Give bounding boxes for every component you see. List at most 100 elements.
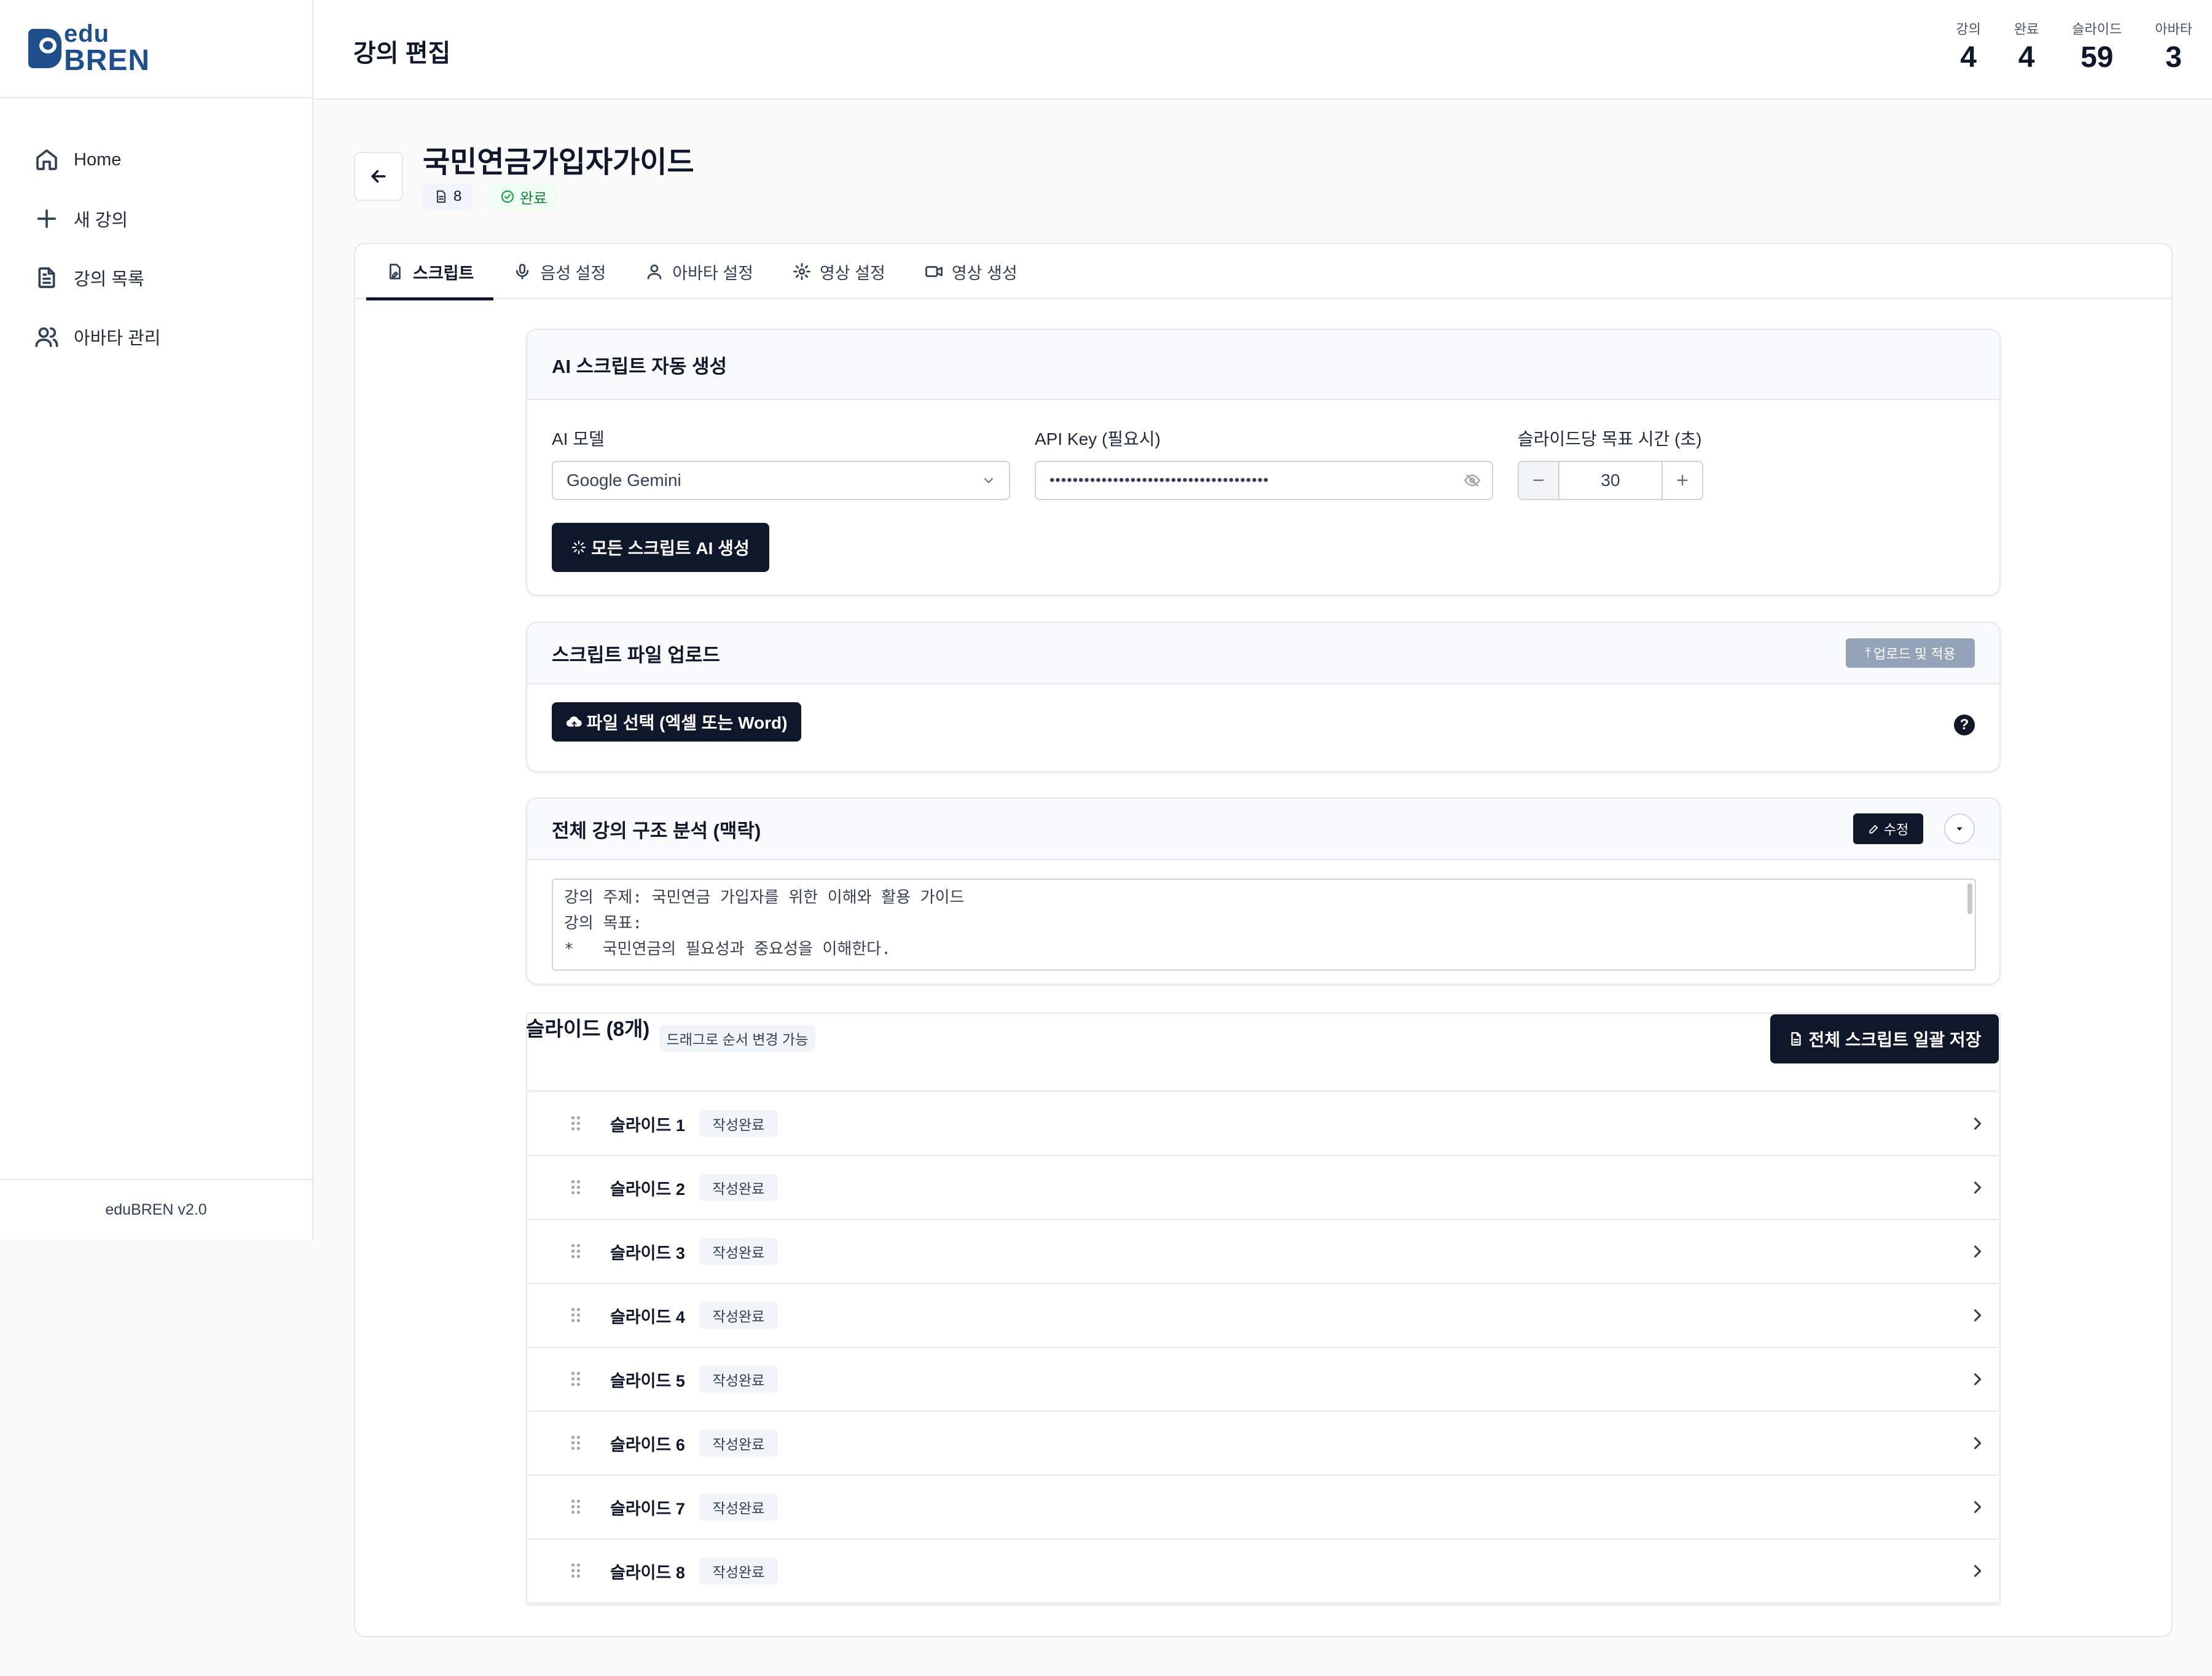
- chevron-right-icon[interactable]: [1969, 1435, 1986, 1452]
- sidebar-nav: Home 새 강의 강의 목록 아바타 관리: [0, 98, 312, 366]
- drag-handle-icon[interactable]: [571, 1436, 581, 1451]
- slide-row-2[interactable]: 슬라이드 2 작성완료: [528, 1156, 1998, 1220]
- plus-icon: [37, 209, 57, 229]
- drag-handle-icon[interactable]: [571, 1180, 581, 1195]
- slide-row-5[interactable]: 슬라이드 5 작성완료: [528, 1348, 1998, 1412]
- sidebar-item-label: 아바타 관리: [74, 329, 161, 348]
- arrow-left-icon: [371, 170, 386, 183]
- slide-status-badge: 작성완료: [699, 1494, 778, 1521]
- sidebar: edu BREN Home 새 강의 강의 목록 아바타 관리 eduBREN …: [0, 0, 313, 1239]
- drag-handle-icon[interactable]: [571, 1564, 581, 1578]
- chevron-right-icon[interactable]: [1969, 1307, 1986, 1324]
- logo-bottom: BREN: [64, 44, 151, 77]
- slide-status-badge: 작성완료: [699, 1302, 778, 1329]
- tab-video-settings[interactable]: 영상 설정: [773, 244, 905, 299]
- drag-handle-icon[interactable]: [571, 1308, 581, 1323]
- save-all-scripts-button[interactable]: 전체 스크립트 일괄 저장: [1770, 1014, 1999, 1063]
- sidebar-item-label: 강의 목록: [74, 270, 144, 289]
- stat-courses: 강의 4: [1956, 18, 1980, 74]
- model-label: AI 모델: [552, 429, 605, 448]
- button-label: 파일 선택 (엑셀 또는 Word): [586, 713, 788, 732]
- panel-header: 전체 강의 구조 분석 (맥락) 수정: [527, 799, 1999, 860]
- status-text: 완료: [520, 190, 547, 207]
- slide-row-1[interactable]: 슬라이드 1 작성완료: [528, 1092, 1998, 1156]
- mic-icon: [516, 264, 529, 280]
- tab-label: 영상 설정: [819, 264, 885, 283]
- decrement-button[interactable]: −: [1519, 462, 1558, 499]
- drag-handle-icon[interactable]: [571, 1116, 581, 1131]
- slide-row-3[interactable]: 슬라이드 3 작성완료: [528, 1220, 1998, 1284]
- upload-apply-button[interactable]: ⤒ 업로드 및 적용: [1846, 638, 1975, 668]
- slide-status-badge: 작성완료: [699, 1430, 778, 1457]
- sidebar-item-avatar[interactable]: 아바타 관리: [0, 307, 312, 366]
- tab-label: 스크립트: [413, 264, 474, 283]
- drag-handle-icon[interactable]: [571, 1372, 581, 1387]
- chevron-right-icon[interactable]: [1969, 1179, 1986, 1196]
- generate-all-button[interactable]: 모든 스크립트 AI 생성: [552, 523, 769, 572]
- target-time-stepper[interactable]: − 30 +: [1518, 461, 1703, 500]
- logo[interactable]: edu BREN: [0, 0, 312, 98]
- slide-row-4[interactable]: 슬라이드 4 작성완료: [528, 1284, 1998, 1348]
- version-label: eduBREN v2.0: [0, 1179, 312, 1239]
- sidebar-item-home[interactable]: Home: [0, 130, 312, 189]
- drag-handle-icon[interactable]: [571, 1244, 581, 1259]
- home-icon: [36, 149, 57, 170]
- tab-voice[interactable]: 음성 설정: [493, 244, 626, 299]
- eye-off-icon[interactable]: [1464, 472, 1481, 489]
- slides-title: 슬라이드 (8개): [526, 1017, 650, 1040]
- back-button[interactable]: [354, 152, 403, 201]
- scrollbar[interactable]: [1967, 883, 1972, 914]
- stat-value: 4: [2018, 41, 2035, 74]
- chevron-right-icon[interactable]: [1969, 1498, 1986, 1516]
- increment-button[interactable]: +: [1663, 462, 1702, 499]
- model-select[interactable]: Google Gemini: [552, 461, 1010, 500]
- stat-label: 완료: [2014, 22, 2039, 37]
- slide-count-badge: 8: [423, 183, 473, 210]
- slide-row-8[interactable]: 슬라이드 8 작성완료: [528, 1540, 1998, 1604]
- stats: 강의 4 완료 4 슬라이드 59 아바타 3: [1956, 18, 2192, 74]
- tab-avatar[interactable]: 아바타 설정: [626, 244, 773, 299]
- button-label: 모든 스크립트 AI 생성: [591, 539, 750, 558]
- sidebar-item-new-course[interactable]: 새 강의: [0, 189, 312, 248]
- logo-mark: [28, 29, 61, 68]
- user-icon: [647, 264, 662, 280]
- file-select-button[interactable]: 파일 선택 (엑셀 또는 Word): [552, 702, 801, 742]
- slide-name: 슬라이드 7: [610, 1499, 685, 1518]
- slide-status-badge: 작성완료: [699, 1110, 778, 1137]
- chevron-right-icon[interactable]: [1969, 1115, 1986, 1132]
- chevron-right-icon[interactable]: [1969, 1562, 1986, 1580]
- edit-button[interactable]: 수정: [1853, 813, 1923, 844]
- course-title: 국민연금가입자가이드: [423, 146, 694, 179]
- textarea-line: 강의 목표:: [564, 914, 642, 933]
- tab-video-generate[interactable]: 영상 생성: [905, 244, 1037, 299]
- sidebar-item-label: 새 강의: [74, 211, 128, 230]
- slide-count: 8: [453, 188, 462, 205]
- help-icon[interactable]: ?: [1954, 715, 1975, 735]
- document-icon: [436, 190, 446, 203]
- slide-name: 슬라이드 6: [610, 1435, 685, 1454]
- chevron-right-icon[interactable]: [1969, 1371, 1986, 1388]
- api-key-input[interactable]: ••••••••••••••••••••••••••••••••••••••: [1035, 461, 1493, 500]
- top-bar: 강의 편집 강의 4 완료 4 슬라이드 59 아바타 3: [314, 0, 2212, 100]
- tab-label: 음성 설정: [540, 264, 606, 283]
- document-icon: [38, 267, 55, 288]
- api-key-label: API Key (필요시): [1035, 429, 1161, 448]
- target-time-label: 슬라이드당 목표 시간 (초): [1518, 429, 1702, 448]
- slide-status-badge: 작성완료: [699, 1366, 778, 1393]
- collapse-button[interactable]: [1944, 813, 1975, 844]
- panel-title: 전체 강의 구조 분석 (맥락): [552, 820, 761, 842]
- chevron-right-icon[interactable]: [1969, 1243, 1986, 1260]
- textarea-line: 강의 주제: 국민연금 가입자를 위한 이해와 활용 가이드: [564, 888, 965, 907]
- panel-title: AI 스크립트 자동 생성: [527, 330, 1999, 400]
- slide-name: 슬라이드 4: [610, 1307, 685, 1326]
- sidebar-item-course-list[interactable]: 강의 목록: [0, 248, 312, 307]
- structure-textarea[interactable]: 강의 주제: 국민연금 가입자를 위한 이해와 활용 가이드강의 목표: * 국민…: [552, 879, 1976, 971]
- slide-name: 슬라이드 3: [610, 1243, 685, 1263]
- loader-icon: [572, 540, 586, 555]
- drag-handle-icon[interactable]: [571, 1500, 581, 1514]
- target-time-value[interactable]: 30: [1558, 462, 1663, 499]
- slide-row-6[interactable]: 슬라이드 6 작성완료: [528, 1412, 1998, 1476]
- slide-row-7[interactable]: 슬라이드 7 작성완료: [528, 1476, 1998, 1540]
- textarea-line: * 국민연금의 필요성과 중요성을 이해한다.: [564, 940, 891, 958]
- tab-script[interactable]: 스크립트: [366, 244, 494, 300]
